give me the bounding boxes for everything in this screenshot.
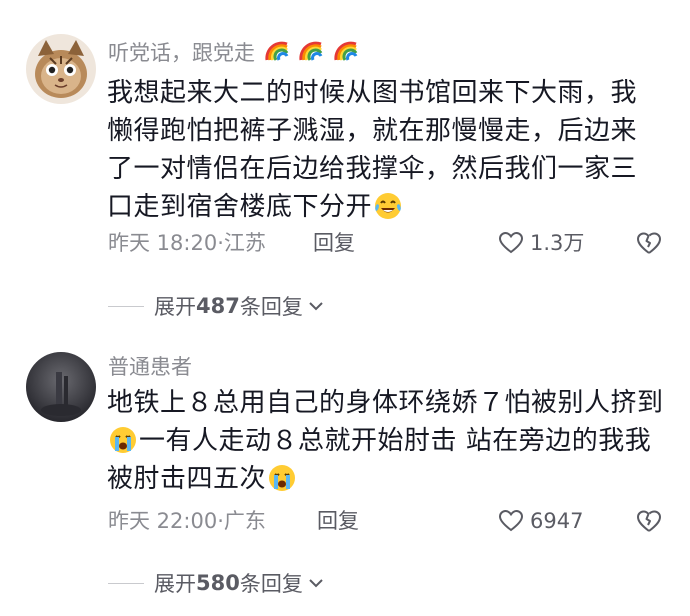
comment-line-text: 一有人走动８总就开始肘击 站在旁边的我我: [139, 426, 652, 456]
comment-line: 被肘击四五次: [107, 460, 667, 498]
comment-line: 懒得跑怕把裤子溅湿，就在那慢慢走，后边来: [107, 116, 638, 146]
avatar[interactable]: [26, 352, 96, 422]
loudly-crying-face-icon: [110, 427, 136, 453]
username-text[interactable]: 普通患者: [108, 355, 192, 379]
comment-line: 了一对情侣在后边给我撑伞，然后我们一家三: [107, 154, 638, 184]
like-button[interactable]: 6947: [498, 507, 583, 535]
comment-location: 江苏: [223, 231, 266, 255]
comment-line: 我想起来大二的时候从图书馆回来下大雨，我: [107, 78, 638, 108]
expand-count[interactable]: 580: [196, 571, 240, 595]
expand-count[interactable]: 487: [196, 294, 240, 318]
expand-replies-button[interactable]: 展开 580 条回复: [108, 569, 325, 597]
reply-button[interactable]: 回复: [313, 230, 355, 256]
heart-icon[interactable]: [498, 230, 524, 256]
username-text[interactable]: 听党话，跟党走: [108, 41, 255, 65]
like-count: 1.3万: [530, 231, 585, 255]
expand-suffix[interactable]: 条回复: [240, 568, 303, 598]
comment-username[interactable]: 普通患者: [108, 354, 192, 380]
expand-prefix[interactable]: 展开: [154, 291, 196, 321]
laughing-crying-face-icon: [375, 193, 402, 219]
chevron-down-icon[interactable]: [307, 297, 325, 315]
expand-divider: [108, 582, 144, 584]
like-count: 6947: [530, 509, 584, 533]
comment-location: 广东: [223, 509, 266, 533]
comment-text: 地铁上８总用自己的身体环绕娇７怕被别人挤到 一有人走动８总就开始肘击 站在旁边的…: [107, 384, 667, 498]
comment-line-text: 被肘击四五次: [107, 464, 267, 494]
expand-suffix[interactable]: 条回复: [240, 291, 303, 321]
heart-icon[interactable]: [498, 508, 524, 534]
comment-item: 普通患者 地铁上８总用自己的身体环绕娇７怕被别人挤到 一有人走动８总就开始肘击 …: [0, 340, 690, 616]
comment-line: 口走到宿舍楼底下分开: [107, 188, 667, 226]
expand-replies-button[interactable]: 展开 487 条回复: [108, 292, 325, 320]
rainbow-icon: [265, 41, 289, 61]
comment-username[interactable]: 听党话，跟党走: [108, 38, 359, 66]
expand-prefix[interactable]: 展开: [154, 568, 196, 598]
rainbow-icon: [299, 41, 323, 61]
comment-time: 昨天 22:00: [108, 509, 218, 533]
comment-time: 昨天 18:20: [108, 231, 218, 255]
like-button[interactable]: 1.3万: [498, 229, 584, 257]
loudly-crying-face-icon: [269, 465, 296, 491]
comment-meta: 昨天 22:00·广东: [108, 508, 266, 534]
comment-meta: 昨天 18:20·江苏: [108, 230, 266, 256]
expand-divider: [108, 305, 144, 307]
meta-separator: ·: [217, 509, 224, 533]
avatar[interactable]: [26, 34, 96, 104]
chevron-down-icon[interactable]: [307, 574, 325, 592]
comment-line: 一有人走动８总就开始肘击 站在旁边的我我: [107, 422, 667, 460]
comment-line-text: 口走到宿舍楼底下分开: [107, 192, 373, 222]
meta-separator: ·: [217, 231, 224, 255]
reply-button[interactable]: 回复: [317, 508, 359, 534]
comment-text: 我想起来大二的时候从图书馆回来下大雨，我 懒得跑怕把裤子溅湿，就在那慢慢走，后边…: [107, 74, 667, 226]
broken-heart-icon[interactable]: [635, 229, 663, 257]
rainbow-icon: [334, 41, 358, 61]
broken-heart-icon[interactable]: [635, 507, 663, 535]
comment-line: 地铁上８总用自己的身体环绕娇７怕被别人挤到: [107, 388, 664, 418]
comment-item: 听党话，跟党走 我想起来大二的时候从图书馆回来下大雨，我 懒得跑怕把裤子溅湿，就…: [0, 0, 690, 340]
